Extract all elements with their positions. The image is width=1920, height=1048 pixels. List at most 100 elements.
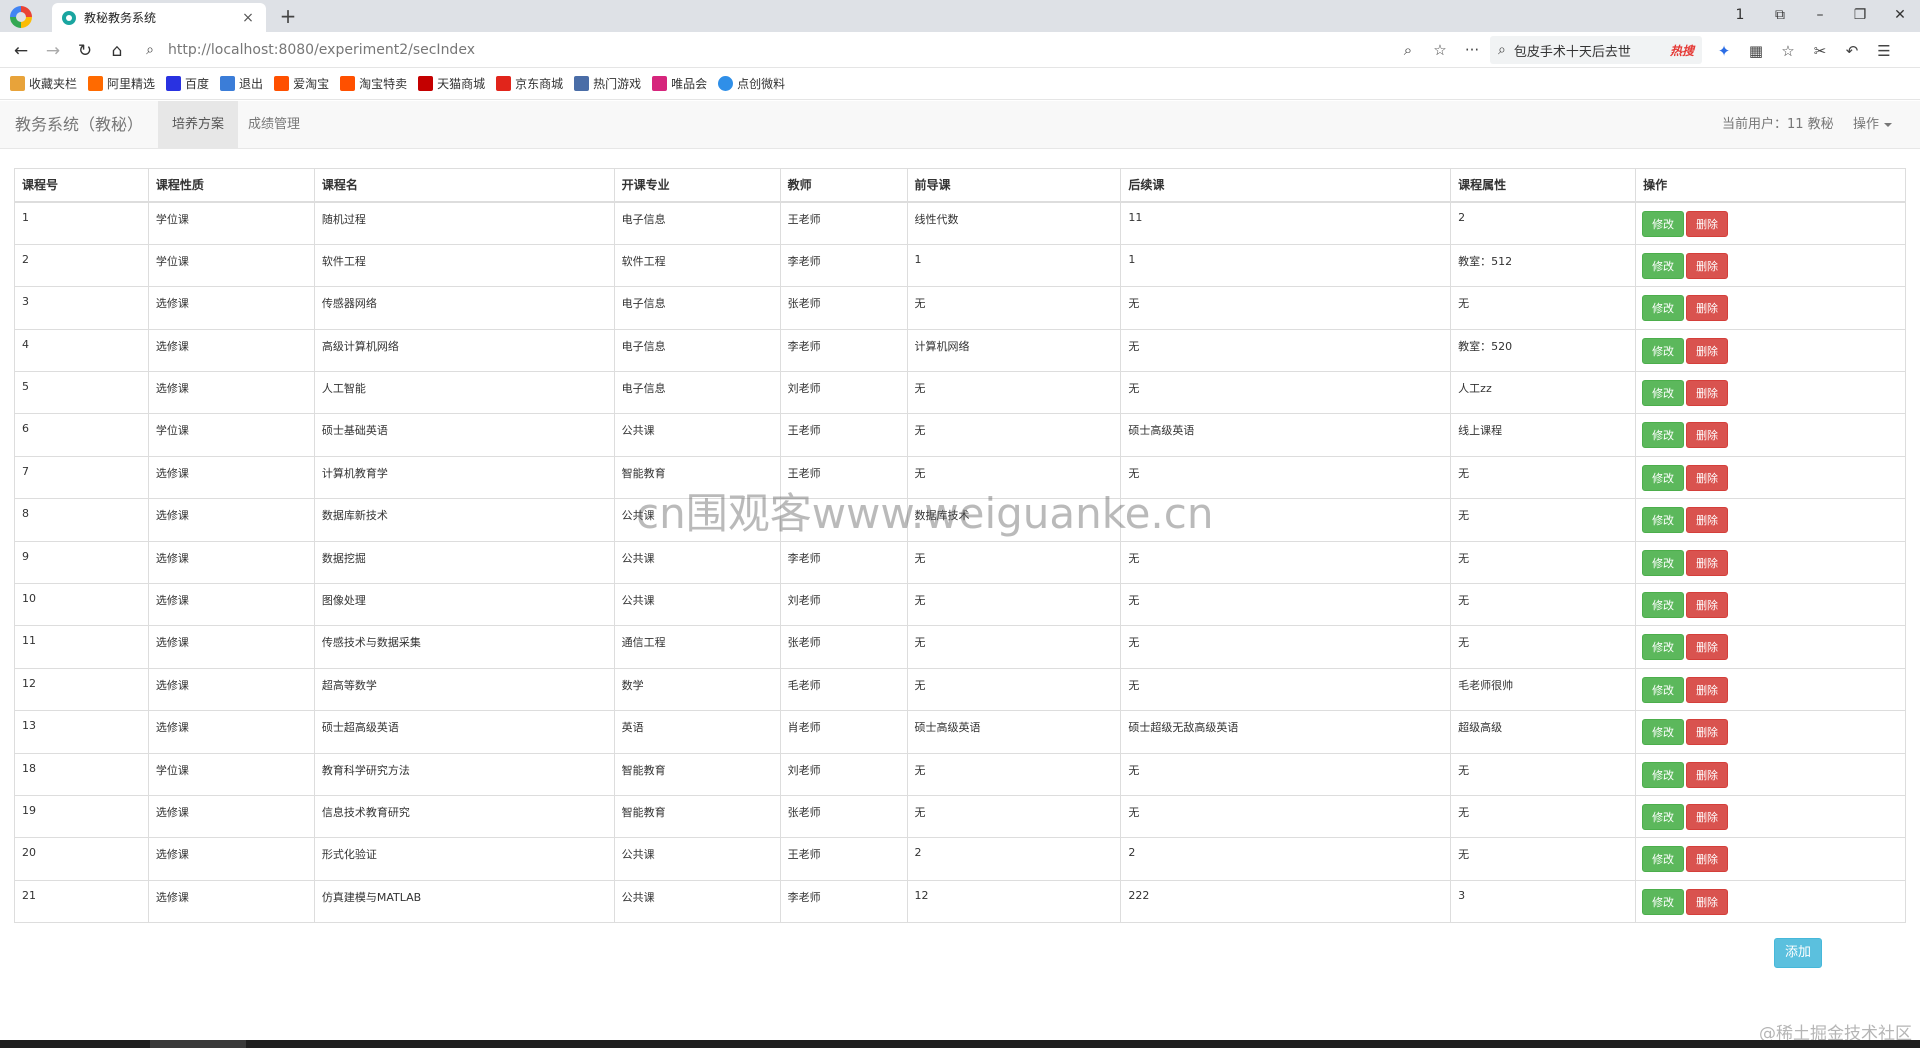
cell-course-id: 3 xyxy=(14,286,149,330)
edit-button[interactable]: 修改 xyxy=(1642,380,1685,407)
nav-training-plan[interactable]: 培养方案 xyxy=(158,101,239,149)
delete-button[interactable]: 删除 xyxy=(1686,592,1729,619)
delete-button[interactable]: 删除 xyxy=(1686,464,1729,491)
undo-icon[interactable]: ↶ xyxy=(1836,38,1868,64)
cell-actions: 修改 删除 xyxy=(1635,371,1906,415)
browser-tab[interactable]: 教秘教务系统 × xyxy=(52,3,266,32)
delete-button[interactable]: 删除 xyxy=(1686,846,1729,873)
edit-button[interactable]: 修改 xyxy=(1642,422,1685,449)
cell-actions: 修改 删除 xyxy=(1635,583,1906,627)
url-text[interactable]: http://localhost:8080/experiment2/secInd… xyxy=(168,42,1392,58)
edit-button[interactable]: 修改 xyxy=(1642,252,1685,279)
edit-button[interactable]: 修改 xyxy=(1642,507,1685,534)
cell-course-type: 选修课 xyxy=(147,837,315,881)
delete-button[interactable]: 删除 xyxy=(1686,719,1729,746)
zoom-icon[interactable]: ⌕ xyxy=(1392,41,1424,59)
restore-button[interactable]: ❐ xyxy=(1840,7,1880,23)
url-field[interactable]: ⌕ http://localhost:8080/experiment2/secI… xyxy=(140,36,1488,64)
back-arrow-icon[interactable]: ← xyxy=(8,38,34,64)
bookmark-item[interactable]: 收藏夹栏 xyxy=(10,75,77,92)
ops-dropdown[interactable]: 操作 xyxy=(1853,101,1893,149)
cell-course-name: 信息技术教育研究 xyxy=(313,794,615,839)
cell-attribute: 无 xyxy=(1450,625,1637,669)
edit-button[interactable]: 修改 xyxy=(1642,464,1685,491)
edit-button[interactable]: 修改 xyxy=(1642,634,1685,661)
delete-button[interactable]: 删除 xyxy=(1686,380,1729,407)
cell-attribute: 无 xyxy=(1450,498,1637,542)
bookmark-item[interactable]: 点创微料 xyxy=(718,75,785,92)
cell-teacher: 王老师 xyxy=(779,455,908,500)
course-table: 课程号 课程性质 课程名 开课专业 教师 前导课 后续课 课程属性 操作 1 学位… xyxy=(14,168,1906,924)
hot-search-text[interactable]: 包皮手术十天后去世 xyxy=(1514,41,1670,60)
delete-button[interactable]: 删除 xyxy=(1686,295,1729,322)
menu-icon[interactable]: ☰ xyxy=(1868,38,1900,64)
add-button[interactable]: 添加 xyxy=(1774,938,1822,968)
bookmark-item[interactable]: 天猫商城 xyxy=(418,75,485,92)
cell-followup: 2 xyxy=(1120,837,1452,881)
tab-close-icon[interactable]: × xyxy=(240,10,256,26)
cell-prerequisite: 无 xyxy=(906,540,1122,585)
delete-button[interactable]: 删除 xyxy=(1686,803,1729,830)
edit-button[interactable]: 修改 xyxy=(1642,211,1685,237)
cell-attribute: 2 xyxy=(1450,201,1637,245)
edit-button[interactable]: 修改 xyxy=(1642,549,1685,576)
cell-attribute: 人工zz xyxy=(1450,371,1637,415)
bookmark-item[interactable]: 京东商城 xyxy=(496,75,563,92)
favorites-list-icon[interactable]: ☆ xyxy=(1772,38,1804,64)
edit-button[interactable]: 修改 xyxy=(1642,719,1685,746)
cell-teacher: 刘老师 xyxy=(779,583,908,627)
bookmark-item[interactable]: 退出 xyxy=(220,75,263,92)
shirt-icon[interactable]: ⧉ xyxy=(1760,7,1800,23)
cell-followup: 硕士高级英语 xyxy=(1120,413,1452,457)
cell-prerequisite: 无 xyxy=(906,455,1122,500)
delete-button[interactable]: 删除 xyxy=(1686,422,1729,449)
delete-button[interactable]: 删除 xyxy=(1686,888,1729,915)
scissors-icon[interactable]: ✂ xyxy=(1804,38,1836,64)
edit-button[interactable]: 修改 xyxy=(1642,761,1685,788)
cell-actions: 修改 删除 xyxy=(1635,328,1906,373)
cell-course-id: 10 xyxy=(14,583,149,627)
edit-button[interactable]: 修改 xyxy=(1642,846,1685,873)
delete-button[interactable]: 删除 xyxy=(1686,549,1729,576)
nav-grade-management[interactable]: 成绩管理 xyxy=(234,101,314,149)
cell-attribute: 无 xyxy=(1450,837,1637,881)
edit-button[interactable]: 修改 xyxy=(1642,676,1685,703)
delete-button[interactable]: 删除 xyxy=(1686,211,1729,237)
bookmark-item[interactable]: 爱淘宝 xyxy=(274,75,329,92)
more-icon[interactable]: ··· xyxy=(1456,41,1488,59)
puzzle-icon[interactable]: ✦ xyxy=(1708,38,1740,64)
dot-icon xyxy=(718,76,734,91)
reload-icon[interactable]: ↻ xyxy=(72,38,98,64)
delete-button[interactable]: 删除 xyxy=(1686,761,1729,788)
edit-button[interactable]: 修改 xyxy=(1642,592,1685,619)
app-brand[interactable]: 教务系统（教秘） xyxy=(15,101,143,149)
edit-button[interactable]: 修改 xyxy=(1642,888,1685,915)
star-icon[interactable]: ☆ xyxy=(1424,41,1456,59)
minimize-button[interactable]: – xyxy=(1800,7,1840,23)
forward-arrow-icon[interactable]: → xyxy=(40,38,66,64)
edit-button[interactable]: 修改 xyxy=(1642,295,1685,322)
bookmark-item[interactable]: 唯品会 xyxy=(652,75,707,92)
close-window-button[interactable]: ✕ xyxy=(1880,7,1920,23)
home-icon[interactable]: ⌂ xyxy=(104,38,130,64)
bookmark-item[interactable]: 热门游戏 xyxy=(574,75,641,92)
browser-logo-icon[interactable] xyxy=(10,6,32,28)
bookmark-item[interactable]: 阿里精选 xyxy=(88,75,155,92)
edit-button[interactable]: 修改 xyxy=(1642,337,1685,364)
tmall-icon xyxy=(418,76,434,91)
bookmark-item[interactable]: 淘宝特卖 xyxy=(340,75,407,92)
edit-button[interactable]: 修改 xyxy=(1642,803,1685,830)
hot-search-box[interactable]: ⌕ 包皮手术十天后去世 热搜 xyxy=(1490,36,1702,64)
cell-course-name: 软件工程 xyxy=(313,243,615,288)
taskbar-item[interactable] xyxy=(150,1040,246,1048)
delete-button[interactable]: 删除 xyxy=(1686,337,1729,364)
apps-grid-icon[interactable]: ▦ xyxy=(1740,38,1772,64)
tab-count-icon[interactable]: 1 xyxy=(1720,7,1760,23)
delete-button[interactable]: 删除 xyxy=(1686,507,1729,534)
delete-button[interactable]: 删除 xyxy=(1686,634,1729,661)
delete-button[interactable]: 删除 xyxy=(1686,252,1729,279)
delete-button[interactable]: 删除 xyxy=(1686,676,1729,703)
bookmark-item[interactable]: 百度 xyxy=(166,75,209,92)
new-tab-button[interactable]: + xyxy=(276,4,300,28)
cell-major: 公共课 xyxy=(613,498,781,542)
